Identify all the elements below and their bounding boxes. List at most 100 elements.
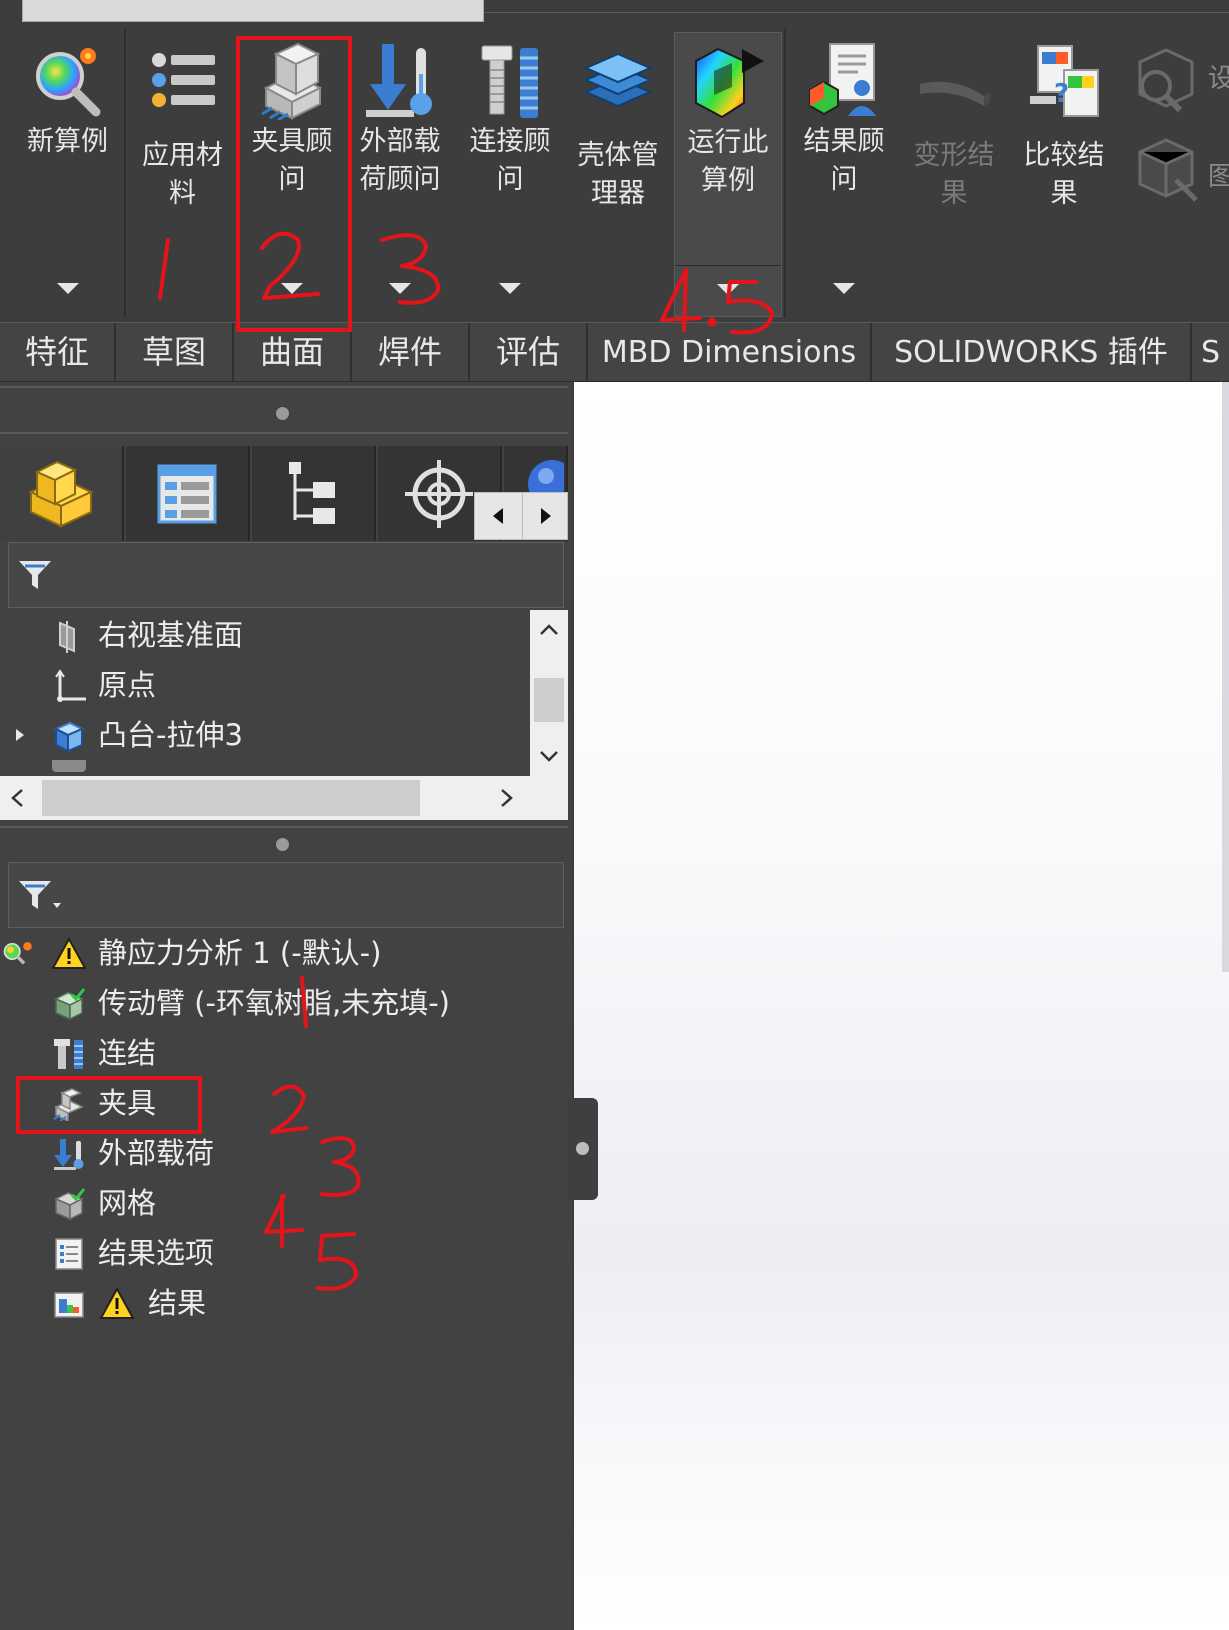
scroll-up-icon[interactable] bbox=[539, 624, 559, 636]
warning-icon bbox=[52, 937, 86, 969]
external-loads-advisor-label-2: 荷顾问 bbox=[359, 164, 441, 195]
tree-item-mesh[interactable]: 网格 bbox=[0, 1178, 560, 1228]
simulation-tree-filter[interactable] bbox=[8, 862, 564, 928]
tree-item-label: 传动臂 (-环氧树脂,未充填-) bbox=[98, 986, 450, 1020]
feature-tree-hscroll[interactable] bbox=[0, 776, 568, 820]
material-list-icon bbox=[151, 53, 215, 107]
compare-results-label-1: 比较结 bbox=[1023, 140, 1105, 171]
tree-item-external-loads[interactable]: 外部载荷 bbox=[0, 1128, 560, 1178]
external-loads-advisor-button[interactable]: 外部载 荷顾问 bbox=[346, 32, 454, 317]
arrow-left-icon bbox=[493, 508, 503, 524]
stacked-plates-icon bbox=[583, 52, 653, 108]
tab-evaluate[interactable]: 评估 bbox=[470, 323, 588, 382]
tab-simulation-partial[interactable]: S bbox=[1192, 323, 1229, 382]
results-person-icon bbox=[809, 43, 876, 116]
connections-advisor-button[interactable]: 连接顾 问 bbox=[456, 32, 564, 317]
apply-material-button[interactable]: 应用材 料 bbox=[130, 32, 235, 317]
panel-collapse-tab[interactable] bbox=[568, 1098, 598, 1200]
shell-manager-button[interactable]: 壳体管 理器 bbox=[564, 32, 672, 317]
tab-mbd-dimensions[interactable]: MBD Dimensions bbox=[588, 323, 872, 382]
deformed-result-button[interactable]: 变形结 果 bbox=[900, 32, 1008, 317]
tab-propertymanager[interactable] bbox=[126, 446, 250, 541]
expand-arrow-icon[interactable] bbox=[14, 727, 26, 743]
run-study-button[interactable]: 运行此 算例 bbox=[674, 32, 782, 317]
tab-sketch[interactable]: 草图 bbox=[116, 323, 234, 382]
apply-material-label-1: 应用材 bbox=[142, 140, 223, 171]
connections-advisor-label-1: 连接顾 bbox=[469, 126, 551, 157]
scroll-left-icon[interactable] bbox=[10, 788, 24, 808]
tree-item-label: 连结 bbox=[98, 1036, 157, 1070]
origin-icon bbox=[55, 669, 86, 702]
compare-results-button[interactable]: ? 比较结 果 bbox=[1010, 32, 1118, 317]
tab-configurationmanager[interactable] bbox=[252, 446, 376, 541]
tree-item-label: 原点 bbox=[98, 668, 157, 702]
appearance-sphere-icon bbox=[528, 460, 564, 496]
tab-scroll-right-button[interactable] bbox=[522, 493, 568, 539]
splitter-handle[interactable] bbox=[276, 838, 289, 851]
tab-solidworks-addins[interactable]: SOLIDWORKS 插件 bbox=[872, 323, 1192, 382]
connections-advisor-label-2: 问 bbox=[496, 164, 524, 195]
tree-item-boss-extrude3[interactable]: 凸台-拉伸3 bbox=[0, 710, 530, 760]
plane-icon bbox=[59, 621, 75, 653]
chevron-down-icon[interactable] bbox=[833, 283, 855, 294]
scroll-thumb[interactable] bbox=[42, 780, 420, 816]
svg-text:?: ? bbox=[1054, 79, 1069, 109]
results-advisor-button[interactable]: 结果顾 问 bbox=[790, 32, 898, 317]
new-study-button[interactable]: 新算例 bbox=[10, 32, 125, 317]
task-pane-edge bbox=[1222, 382, 1229, 972]
feature-tree: 右视基准面 原点 凸台-拉伸3 bbox=[0, 610, 530, 776]
scroll-down-icon[interactable] bbox=[539, 750, 559, 762]
tree-item-results[interactable]: 结果 bbox=[0, 1278, 560, 1328]
tree-item-right-plane[interactable]: 右视基准面 bbox=[0, 610, 530, 660]
dropdown-divider bbox=[675, 265, 781, 266]
graphics-area[interactable] bbox=[574, 382, 1229, 1630]
new-study-label: 新算例 bbox=[27, 126, 108, 157]
tree-item-connections[interactable]: 连结 bbox=[0, 1028, 560, 1078]
report-icon[interactable] bbox=[1126, 128, 1206, 208]
deformed-beam-icon bbox=[920, 81, 990, 106]
tree-item-origin[interactable]: 原点 bbox=[0, 660, 530, 710]
run-study-label-1: 运行此 bbox=[687, 127, 769, 158]
tree-item-result-options[interactable]: 结果选项 bbox=[0, 1228, 560, 1278]
collapse-handle-dot bbox=[576, 1142, 589, 1155]
feature-tree-filter[interactable] bbox=[8, 542, 564, 608]
chevron-down-icon[interactable] bbox=[389, 283, 411, 294]
study-label: 静应力分析 1 (-默认-) bbox=[98, 936, 382, 970]
filter-icon bbox=[19, 561, 51, 589]
scroll-right-icon[interactable] bbox=[500, 788, 514, 808]
chevron-down-icon[interactable] bbox=[717, 284, 739, 295]
chevron-down-icon[interactable] bbox=[499, 283, 521, 294]
shell-manager-label-2: 理器 bbox=[591, 178, 645, 209]
tree-item-label: 外部载荷 bbox=[98, 1136, 215, 1170]
tree-item-label: 凸台-拉伸3 bbox=[98, 718, 243, 752]
bolt-spring-icon bbox=[481, 45, 538, 118]
ribbon-divider-line bbox=[484, 12, 1229, 13]
tree-item-cut-off bbox=[52, 760, 232, 776]
mesh-icon bbox=[54, 1188, 86, 1221]
tab-scroll-left-button[interactable] bbox=[475, 493, 521, 539]
tree-item-part[interactable]: 传动臂 (-环氧树脂,未充填-) bbox=[0, 978, 560, 1028]
command-tabs: 特征 草图 曲面 焊件 评估 MBD Dimensions SOLIDWORKS… bbox=[0, 322, 1229, 382]
property-list-icon bbox=[157, 464, 217, 523]
external-loads-icon bbox=[54, 1139, 84, 1170]
tab-scroll-arrows bbox=[474, 492, 568, 540]
study-root[interactable]: 静应力分析 1 (-默认-) bbox=[0, 928, 560, 978]
tab-weldments[interactable]: 焊件 bbox=[352, 323, 470, 382]
ribbon-separator bbox=[784, 28, 786, 318]
results-advisor-label-2: 问 bbox=[830, 164, 858, 195]
target-crosshair-icon bbox=[405, 459, 473, 528]
design-study-icon[interactable] bbox=[1126, 38, 1206, 118]
result-options-icon bbox=[55, 1238, 83, 1270]
panel-divider bbox=[0, 826, 568, 828]
tab-features[interactable]: 特征 bbox=[0, 323, 116, 382]
configuration-tree-icon bbox=[289, 461, 335, 524]
ribbon-separator bbox=[124, 28, 126, 318]
chevron-down-icon[interactable] bbox=[56, 283, 79, 294]
splitter-handle[interactable] bbox=[276, 407, 289, 420]
feature-tree-vscroll[interactable] bbox=[530, 610, 568, 776]
partial-label-chart: 图 bbox=[1208, 162, 1229, 192]
tab-featuremanager[interactable] bbox=[0, 446, 124, 541]
warning-icon bbox=[100, 1287, 134, 1319]
scroll-thumb[interactable] bbox=[534, 678, 564, 722]
panel-divider bbox=[0, 432, 568, 434]
